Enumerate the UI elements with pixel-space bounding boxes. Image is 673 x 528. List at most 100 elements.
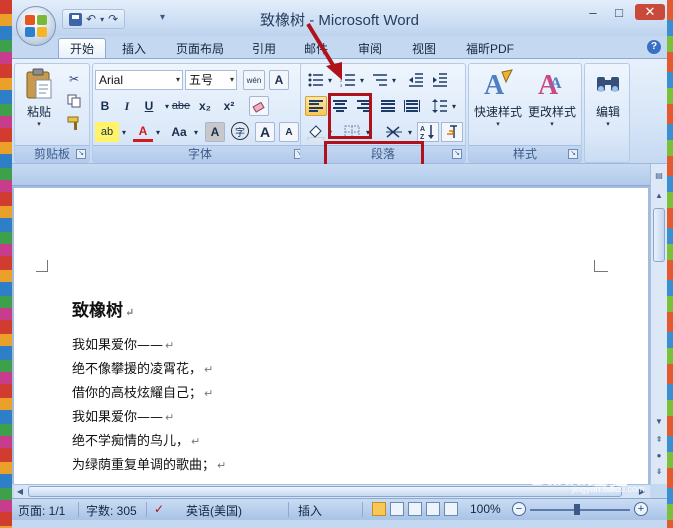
multilevel-list-button[interactable] (369, 70, 391, 90)
office-button[interactable] (16, 6, 56, 46)
align-left-button[interactable] (305, 96, 327, 116)
scroll-down-icon[interactable]: ▼ (652, 414, 666, 428)
poem-line[interactable]: 我如果爱你—— ↵ (72, 406, 174, 425)
tab-home[interactable]: 开始 (58, 38, 106, 58)
phonetic-guide-button[interactable]: wén (243, 70, 265, 90)
subscript-button[interactable]: x₂ (195, 96, 215, 116)
clear-formatting-icon[interactable] (249, 96, 269, 116)
tab-view[interactable]: 视图 (404, 38, 444, 58)
font-size-combo[interactable]: 五号 ▾ (185, 70, 237, 90)
poem-line[interactable]: 绝不像攀援的凌霄花， ↵ (72, 358, 213, 377)
highlight-button[interactable]: ab (95, 122, 119, 142)
ruler-toggle-icon[interactable]: ▤ (652, 168, 666, 182)
language-indicator[interactable]: 英语(美国) (186, 502, 242, 519)
help-icon[interactable]: ? (647, 40, 661, 54)
justify-button[interactable] (377, 96, 399, 116)
proofing-icon[interactable]: ✓ (154, 502, 164, 516)
previous-page-icon[interactable]: ⇞ (652, 432, 666, 446)
chinese-layout-button[interactable] (383, 122, 405, 142)
document-page[interactable]: 致橡树 ↵ 我如果爱你—— ↵ 绝不像攀援的凌霄花， ↵ 借你的高枝炫耀自己； ↵ 我如… (14, 188, 648, 484)
status-bar: 页面: 1/1 字数: 305 ✓ 英语(美国) 插入 100% − + (12, 498, 667, 520)
distributed-button[interactable] (401, 96, 423, 116)
increase-indent-button[interactable] (429, 70, 451, 90)
document-title[interactable]: 致橡树 ↵ (72, 296, 134, 321)
insert-mode-indicator[interactable]: 插入 (298, 502, 322, 519)
annotation-borders-highlight (328, 93, 372, 139)
change-case-dropdown-icon[interactable]: ▾ (191, 122, 201, 142)
maximize-button[interactable]: □ (609, 4, 629, 20)
enclose-characters-button[interactable]: 字 (231, 122, 249, 140)
tab-page-layout[interactable]: 页面布局 (164, 38, 236, 58)
italic-button[interactable]: I (117, 96, 137, 116)
font-color-button[interactable]: A (133, 122, 153, 142)
minimize-button[interactable]: – (583, 4, 603, 20)
paragraph-dialog-launcher[interactable]: ↘ (452, 149, 462, 159)
poem-line[interactable]: 借你的高枝炫耀自己； ↵ (72, 382, 213, 401)
font-name-combo[interactable]: Arial ▾ (95, 70, 183, 90)
close-button[interactable]: ✕ (635, 4, 665, 20)
page-count[interactable]: 页面: 1/1 (18, 502, 65, 519)
bold-button[interactable]: B (95, 96, 115, 116)
strikethrough-button[interactable]: abe (171, 96, 191, 116)
editing-button[interactable]: 编辑 ▾ (588, 68, 628, 128)
word-count[interactable]: 字数: 305 (86, 502, 137, 519)
grow-font-button[interactable]: A (255, 122, 275, 142)
zoom-out-icon[interactable]: − (512, 502, 526, 516)
poem-line[interactable]: 绝不学痴情的鸟儿， ↵ (72, 430, 200, 449)
shrink-font-button[interactable]: A (279, 122, 299, 142)
poem-line[interactable]: 我如果爱你—— ↵ (72, 334, 174, 353)
font-name-dropdown-icon[interactable]: ▾ (176, 71, 180, 89)
vertical-scrollbar[interactable]: ▤ ▲ ▼ ⇞ ● ⇟ (650, 164, 667, 484)
scroll-up-icon[interactable]: ▲ (652, 188, 666, 202)
tab-insert[interactable]: 插入 (112, 38, 156, 58)
paste-label: 粘贴 (26, 105, 51, 119)
show-marks-button[interactable] (441, 122, 463, 142)
zoom-level[interactable]: 100% (470, 502, 501, 516)
outline-view-icon[interactable] (426, 502, 440, 516)
crop-mark-top-right (594, 260, 608, 272)
zoom-slider-knob[interactable] (574, 504, 580, 515)
copy-icon[interactable] (65, 92, 83, 110)
sort-button[interactable]: AZ (417, 122, 439, 142)
quick-styles-button[interactable]: A 快速样式 ▾ (471, 68, 525, 128)
line-spacing-dropdown-icon[interactable]: ▾ (449, 96, 459, 116)
styles-dialog-launcher[interactable]: ↘ (568, 149, 578, 159)
character-shading-button[interactable]: A (205, 122, 225, 142)
cut-icon[interactable]: ✂ (65, 70, 83, 88)
paste-button[interactable]: 粘贴 ▾ (19, 68, 59, 128)
tab-references[interactable]: 引用 (244, 38, 284, 58)
tab-foxit-pdf[interactable]: 福昕PDF (458, 38, 522, 58)
font-name-value: Arial (99, 73, 124, 87)
paste-dropdown-icon: ▾ (37, 121, 41, 128)
format-painter-icon[interactable] (65, 114, 83, 132)
multilevel-dropdown-icon[interactable]: ▾ (389, 70, 399, 90)
clipboard-dialog-launcher[interactable]: ↘ (76, 149, 86, 159)
poem-line[interactable]: 为绿荫重复单调的歌曲； ↵ (72, 454, 226, 473)
highlight-dropdown-icon[interactable]: ▾ (119, 122, 129, 142)
chinese-layout-dropdown-icon[interactable]: ▾ (405, 122, 415, 142)
decrease-indent-button[interactable] (405, 70, 427, 90)
font-size-dropdown-icon[interactable]: ▾ (230, 71, 234, 89)
editing-group: 编辑 ▾ (584, 63, 630, 163)
zoom-slider[interactable] (530, 509, 630, 511)
full-screen-reading-view-icon[interactable] (390, 502, 404, 516)
font-color-dropdown-icon[interactable]: ▾ (153, 122, 163, 142)
superscript-button[interactable]: x² (219, 96, 239, 116)
zoom-in-icon[interactable]: + (634, 502, 648, 516)
character-border-button[interactable]: A (269, 70, 289, 90)
tab-review[interactable]: 审阅 (350, 38, 390, 58)
print-layout-view-icon[interactable] (372, 502, 386, 516)
web-layout-view-icon[interactable] (408, 502, 422, 516)
vertical-scroll-thumb[interactable] (653, 208, 665, 262)
change-styles-button[interactable]: AA 更改样式 ▾ (525, 68, 579, 128)
numbering-dropdown-icon[interactable]: ▾ (357, 70, 367, 90)
underline-button[interactable]: U (139, 96, 159, 116)
line-spacing-button[interactable] (429, 96, 451, 116)
shading-button[interactable] (305, 122, 327, 142)
scroll-left-icon[interactable]: ◀ (14, 485, 26, 498)
next-page-icon[interactable]: ⇟ (652, 464, 666, 478)
browse-object-icon[interactable]: ● (652, 448, 666, 462)
quick-styles-label: 快速样式 (473, 105, 522, 119)
change-case-button[interactable]: Aa (167, 122, 191, 142)
draft-view-icon[interactable] (444, 502, 458, 516)
